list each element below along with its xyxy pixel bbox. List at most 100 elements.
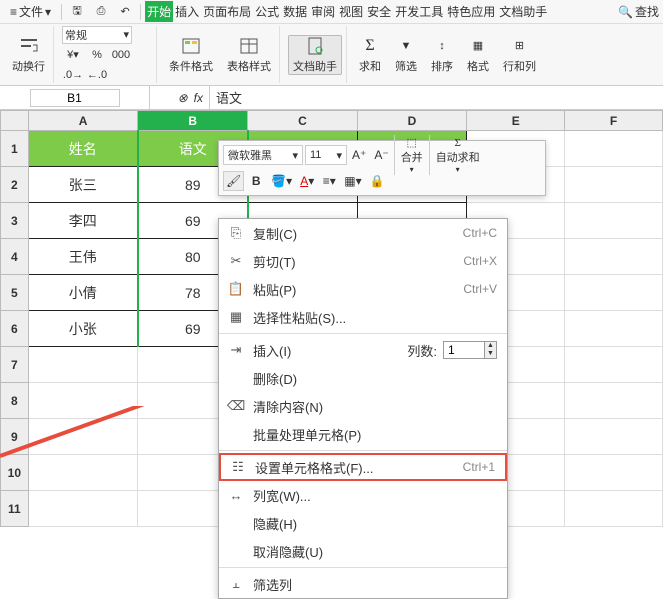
- cell[interactable]: [565, 491, 663, 527]
- row-header-8[interactable]: 8: [1, 383, 29, 419]
- tab-4[interactable]: 数据: [281, 1, 309, 22]
- col-header-E[interactable]: E: [467, 111, 565, 131]
- col-header-C[interactable]: C: [248, 111, 358, 131]
- col-header-F[interactable]: F: [565, 111, 663, 131]
- decrease-font-icon[interactable]: A⁻: [371, 145, 391, 165]
- cell[interactable]: [565, 311, 663, 347]
- row-header-5[interactable]: 5: [1, 275, 29, 311]
- cell[interactable]: [565, 167, 663, 203]
- ctx-item-0[interactable]: ⎘复制(C)Ctrl+C: [219, 219, 507, 247]
- tab-2[interactable]: 页面布局: [201, 1, 253, 22]
- file-menu[interactable]: ≡ 文件 ▾: [4, 3, 57, 20]
- name-box[interactable]: [30, 89, 120, 107]
- cell[interactable]: 张三: [28, 167, 138, 203]
- font-color-icon[interactable]: A▾: [297, 171, 317, 191]
- cell[interactable]: 李四: [28, 203, 138, 239]
- tab-9[interactable]: 特色应用: [445, 1, 497, 22]
- tab-8[interactable]: 开发工具: [393, 1, 445, 22]
- ctx-item-2[interactable]: 📋粘贴(P)Ctrl+V: [219, 275, 507, 303]
- ctx-item-6[interactable]: ⌫清除内容(N): [219, 392, 507, 420]
- increase-font-icon[interactable]: A⁺: [349, 145, 369, 165]
- autosum-button[interactable]: Σ自动求和▾: [432, 137, 484, 174]
- cell[interactable]: [28, 419, 138, 455]
- cell[interactable]: [565, 275, 663, 311]
- tab-1[interactable]: 插入: [173, 1, 201, 22]
- cell[interactable]: 姓名: [28, 131, 138, 167]
- cell[interactable]: [565, 131, 663, 167]
- fx-icon[interactable]: fx: [194, 91, 203, 105]
- save-icon[interactable]: 🖫: [66, 3, 88, 21]
- sum-button[interactable]: Σ求和: [355, 36, 385, 74]
- spinner-arrows[interactable]: ▲▼: [484, 342, 496, 358]
- row-header-2[interactable]: 2: [1, 167, 29, 203]
- cell[interactable]: [565, 203, 663, 239]
- ctx-item-3[interactable]: ▦选择性粘贴(S)...: [219, 303, 507, 331]
- row-header-11[interactable]: 11: [1, 491, 29, 527]
- select-all-corner[interactable]: [1, 111, 29, 131]
- inc-decimal-icon[interactable]: .0→: [62, 66, 84, 84]
- ctx-item-9[interactable]: ↔列宽(W)...: [219, 481, 507, 509]
- col-header-B[interactable]: B: [138, 111, 248, 131]
- row-header-9[interactable]: 9: [1, 419, 29, 455]
- conditional-format-button[interactable]: 条件格式: [165, 36, 217, 74]
- fill-color-icon[interactable]: 🪣▾: [268, 171, 295, 191]
- align-icon[interactable]: ≡▾: [319, 171, 339, 191]
- tab-10[interactable]: 文档助手: [497, 1, 549, 22]
- mini-size-select[interactable]: 11▾: [305, 145, 347, 165]
- table-style-button[interactable]: 表格样式: [223, 36, 275, 74]
- border-icon[interactable]: ▦▾: [341, 171, 364, 191]
- col-header-D[interactable]: D: [357, 111, 467, 131]
- ctx-item-4[interactable]: ⇥插入(I)列数:▲▼: [219, 336, 507, 364]
- cell[interactable]: 小倩: [28, 275, 138, 311]
- cell[interactable]: [28, 347, 138, 383]
- cell[interactable]: [565, 347, 663, 383]
- ctx-item-11[interactable]: 取消隐藏(U): [219, 537, 507, 565]
- cell[interactable]: [565, 383, 663, 419]
- cell[interactable]: [28, 455, 138, 491]
- sort-button[interactable]: ↕排序: [427, 36, 457, 74]
- ctx-item-8[interactable]: ☷设置单元格格式(F)...Ctrl+1: [219, 453, 507, 481]
- mini-font-select[interactable]: 微软雅黑▾: [223, 145, 303, 165]
- bold-icon[interactable]: B: [246, 171, 266, 191]
- ctx-item-10[interactable]: 隐藏(H): [219, 509, 507, 537]
- insert-count-spinner[interactable]: ▲▼: [443, 341, 497, 359]
- percent-icon[interactable]: %: [86, 46, 108, 64]
- cell[interactable]: [565, 455, 663, 491]
- ctx-item-7[interactable]: 批量处理单元格(P): [219, 420, 507, 448]
- filter-button[interactable]: ▼筛选: [391, 36, 421, 74]
- insert-count-input[interactable]: [444, 342, 484, 358]
- wrap-text-button[interactable]: 动换行: [8, 36, 49, 74]
- row-header-1[interactable]: 1: [1, 131, 29, 167]
- tab-0[interactable]: 开始: [145, 1, 173, 22]
- formula-input[interactable]: 语文: [210, 88, 663, 107]
- tab-6[interactable]: 视图: [337, 1, 365, 22]
- dec-decimal-icon[interactable]: ←.0: [86, 66, 108, 84]
- col-header-A[interactable]: A: [28, 111, 138, 131]
- rowcol-button[interactable]: ⊞行和列: [499, 36, 540, 74]
- fx-cancel-icon[interactable]: ⊗: [178, 91, 188, 105]
- row-header-6[interactable]: 6: [1, 311, 29, 347]
- row-header-7[interactable]: 7: [1, 347, 29, 383]
- row-header-10[interactable]: 10: [1, 455, 29, 491]
- undo-icon[interactable]: ↶: [114, 3, 136, 21]
- ctx-item-12[interactable]: ⫠筛选列: [219, 570, 507, 598]
- cell[interactable]: 小张: [28, 311, 138, 347]
- tab-3[interactable]: 公式: [253, 1, 281, 22]
- number-format-select[interactable]: 常规▾: [62, 26, 132, 44]
- lock-icon[interactable]: 🔒: [367, 171, 388, 191]
- ctx-item-1[interactable]: ✂剪切(T)Ctrl+X: [219, 247, 507, 275]
- format-painter-icon[interactable]: 🖌: [223, 171, 244, 191]
- cell[interactable]: [28, 383, 138, 419]
- cell[interactable]: [28, 491, 138, 527]
- cell[interactable]: [565, 239, 663, 275]
- cell[interactable]: 王伟: [28, 239, 138, 275]
- comma-icon[interactable]: 000: [110, 46, 132, 64]
- print-icon[interactable]: ⎙: [90, 3, 112, 21]
- currency-icon[interactable]: ¥▾: [62, 46, 84, 64]
- search-button[interactable]: 🔍 查找: [618, 3, 659, 20]
- row-header-4[interactable]: 4: [1, 239, 29, 275]
- format-button[interactable]: ▦格式: [463, 36, 493, 74]
- doc-helper-button[interactable]: 文档助手: [288, 35, 342, 75]
- cell[interactable]: [565, 419, 663, 455]
- tab-5[interactable]: 审阅: [309, 1, 337, 22]
